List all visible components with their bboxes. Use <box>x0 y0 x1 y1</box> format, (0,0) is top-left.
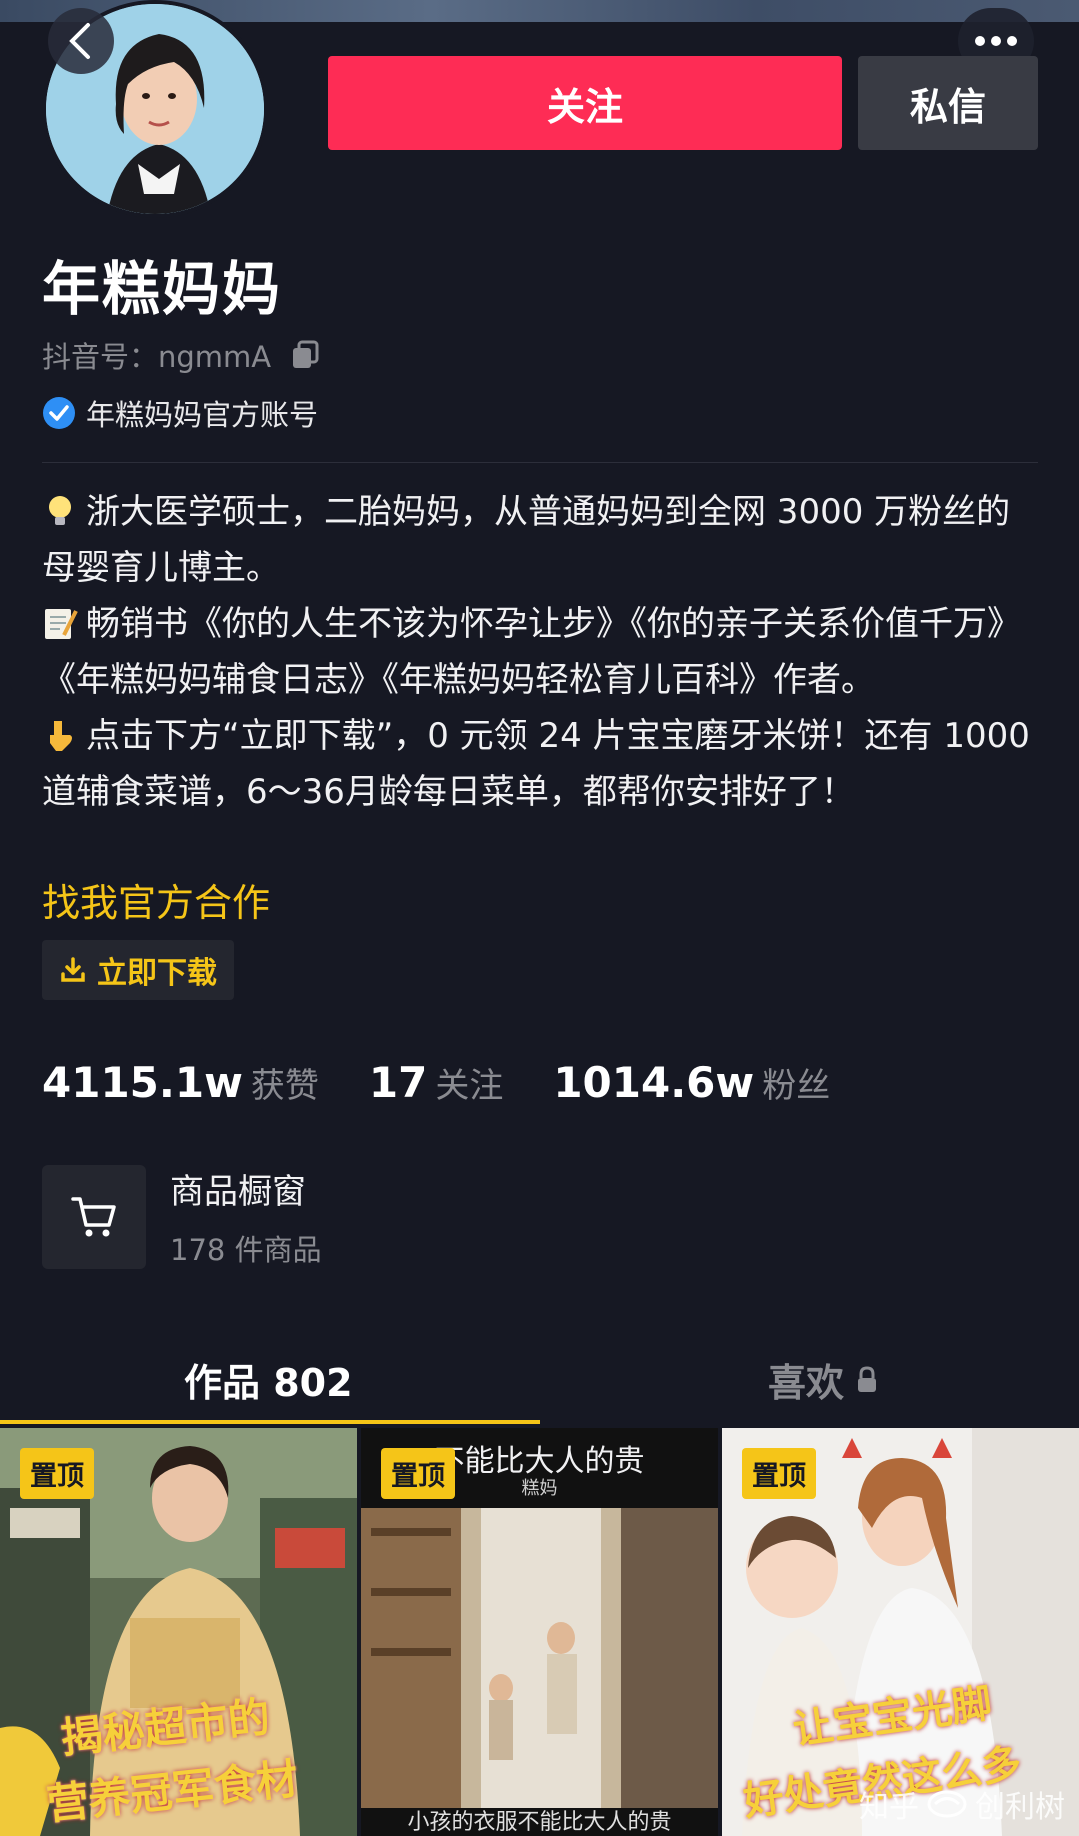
verified-text: 年糕妈妈官方账号 <box>86 398 319 432</box>
back-button[interactable] <box>48 8 114 74</box>
likes-label: 获赞 <box>250 1066 319 1106</box>
shop-count: 178 件商品 <box>170 1233 322 1267</box>
tab-likes-label: 喜欢 <box>768 1361 845 1405</box>
bio-line-1: 浙大医学硕士，二胎妈妈，从普通妈妈到全网 3000 万粉丝的母婴育儿博主。 <box>42 492 1011 588</box>
pointing-down-icon <box>50 721 72 751</box>
cart-icon <box>71 1196 116 1236</box>
active-tab-indicator <box>0 1420 540 1424</box>
followers-label[interactable]: 粉丝 <box>762 1058 830 1107</box>
shop-text: 商品橱窗 178 件商品 <box>170 1164 322 1269</box>
copy-icon[interactable] <box>291 340 319 370</box>
following-label[interactable]: 关注 <box>435 1058 503 1107</box>
verified-row: 年糕妈妈官方账号 <box>42 392 318 434</box>
tab-works[interactable]: 作品 802 <box>184 1352 353 1407</box>
tab-likes[interactable]: 喜欢 <box>768 1352 878 1407</box>
divider <box>42 462 1038 463</box>
shop-title: 商品橱窗 <box>170 1172 306 1212</box>
profile-stats: 4115.1w 获赞 17 关注 1014.6w 粉丝 <box>42 1058 880 1107</box>
shop-icon-box <box>42 1164 146 1269</box>
verified-badge-icon <box>43 397 75 429</box>
download-icon <box>61 957 85 982</box>
lightbulb-icon <box>49 496 71 525</box>
watermark-text: 知乎 <box>859 1790 919 1825</box>
profile-bio: 浙大医学硕士，二胎妈妈，从普通妈妈到全网 3000 万粉丝的母婴育儿博主。 畅销… <box>42 484 1042 820</box>
profile-nickname: 年糕妈妈 <box>42 255 283 323</box>
lock-icon <box>858 1365 877 1392</box>
pinned-badge: 置顶 <box>20 1448 94 1499</box>
video-thumbnail-2[interactable]: 不能比大人的贵 糕妈 置顶 小孩的衣服不能比大人的贵 <box>361 1428 718 1836</box>
watermark-logo-icon <box>927 1790 967 1818</box>
likes-count: 4115.1w <box>42 1058 243 1107</box>
download-label: 立即下载 <box>97 956 217 991</box>
follow-button[interactable]: 关注 <box>328 56 842 150</box>
video-grid: 置顶 揭秘超市的 营养冠军食材 不能比大人的贵 糕妈 置顶 小孩的衣服不能比大人… <box>0 1428 1079 1836</box>
content-tabs: 作品 802 喜欢 <box>0 1330 1079 1428</box>
watermark-brand: 创利树 <box>975 1790 1065 1825</box>
download-button[interactable]: 立即下载 <box>42 940 234 1000</box>
shop-window[interactable]: 商品橱窗 178 件商品 <box>42 1164 322 1269</box>
douyin-id-row: 抖音号：ngmmA <box>42 334 319 376</box>
video-thumbnail-1[interactable]: 置顶 揭秘超市的 营养冠军食材 <box>0 1428 357 1836</box>
chevron-left-icon <box>69 23 90 59</box>
pinned-badge: 置顶 <box>381 1448 455 1499</box>
followers-count[interactable]: 1014.6w <box>553 1058 754 1107</box>
more-dots-icon <box>975 36 1017 46</box>
cooperation-link[interactable]: 找我官方合作 <box>42 872 270 927</box>
memo-icon <box>45 609 78 639</box>
video-2-bottom-caption: 小孩的衣服不能比大人的贵 <box>407 1810 672 1835</box>
douyin-id: 抖音号：ngmmA <box>42 340 272 374</box>
bio-line-2: 畅销书《你的人生不该为怀孕让步》《你的亲子关系价值千万》《年糕妈妈辅食日志》《年… <box>42 604 1021 700</box>
message-button[interactable]: 私信 <box>858 56 1038 150</box>
pinned-badge: 置顶 <box>742 1448 816 1499</box>
bio-line-3: 点击下方“立即下载”，0 元领 24 片宝宝磨牙米饼！还有 1000 道辅食菜谱… <box>42 716 1030 812</box>
watermark: 知乎 创利树 <box>859 1782 1065 1826</box>
video-thumbnail-3[interactable]: 置顶 让宝宝光脚 好处竟然这么多 知乎 创利树 <box>722 1428 1079 1836</box>
following-count[interactable]: 17 <box>369 1058 427 1107</box>
